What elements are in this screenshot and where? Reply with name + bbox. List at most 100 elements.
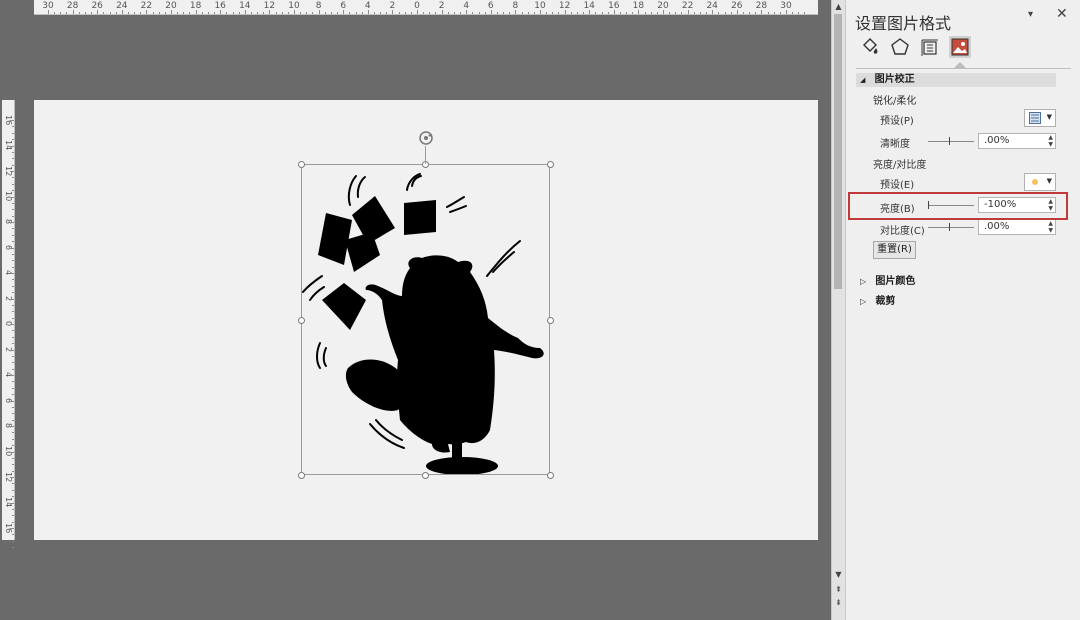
ruler-tick bbox=[12, 489, 14, 491]
section-label: 图片校正 bbox=[874, 74, 915, 85]
brightness-highlight-box bbox=[848, 192, 1068, 220]
ruler-tick bbox=[798, 12, 800, 14]
picture-icon[interactable] bbox=[949, 36, 971, 58]
resize-handle-top-right[interactable] bbox=[547, 161, 554, 168]
ruler-tick bbox=[226, 12, 228, 14]
ruler-tick bbox=[12, 279, 14, 281]
preset-label: 预设(P) bbox=[880, 116, 914, 127]
section-picture-color[interactable]: ▷ 图片颜色 bbox=[860, 272, 915, 287]
ruler-tick bbox=[663, 10, 664, 14]
ruler-tick bbox=[361, 12, 363, 14]
resize-handle-right[interactable] bbox=[547, 317, 554, 324]
ruler-tick bbox=[392, 10, 394, 14]
collapse-icon: ◢ bbox=[860, 76, 866, 84]
sharpen-preset-icon bbox=[1029, 112, 1041, 124]
ruler-tick bbox=[12, 202, 14, 204]
ruler-tick bbox=[632, 12, 634, 14]
size-properties-icon[interactable] bbox=[919, 36, 941, 58]
ruler-tick bbox=[238, 12, 240, 14]
section-picture-correction[interactable]: ◢ 图片校正 bbox=[856, 73, 1056, 87]
ruler-tick bbox=[484, 12, 486, 14]
brightness-contrast-label: 亮度/对比度 bbox=[873, 160, 927, 171]
prev-slide-icon[interactable]: ⇞ bbox=[833, 585, 844, 595]
clarity-spinbox[interactable]: .00% ▲ ▼ bbox=[978, 133, 1056, 149]
sharpen-preset-dropdown[interactable]: ▼ bbox=[1024, 109, 1056, 127]
contrast-slider-track[interactable] bbox=[928, 227, 974, 228]
ruler-tick bbox=[12, 381, 14, 383]
ruler-tick bbox=[140, 12, 142, 14]
ruler-tick bbox=[355, 12, 357, 14]
clarity-slider-track[interactable] bbox=[928, 141, 974, 142]
resize-handle-left[interactable] bbox=[298, 317, 305, 324]
ruler-tick bbox=[78, 12, 80, 14]
ruler-tick bbox=[10, 273, 14, 274]
ruler-tick bbox=[638, 10, 640, 14]
pentagon-icon[interactable] bbox=[889, 36, 911, 58]
ruler-tick bbox=[12, 464, 14, 466]
resize-handle-top-left[interactable] bbox=[298, 161, 305, 168]
scroll-down-icon[interactable]: ▼ bbox=[833, 570, 844, 580]
ruler-tick bbox=[263, 12, 265, 14]
ruler-tick bbox=[250, 12, 252, 14]
ruler-tick bbox=[441, 10, 443, 14]
ruler-tick bbox=[749, 12, 751, 14]
ruler-tick bbox=[12, 387, 14, 389]
ruler-tick bbox=[12, 253, 14, 255]
ruler-tick bbox=[146, 10, 148, 14]
ruler-tick bbox=[435, 12, 437, 14]
close-icon[interactable]: ✕ bbox=[1056, 6, 1068, 22]
ruler-tick bbox=[730, 12, 732, 14]
ruler-tick bbox=[12, 508, 14, 510]
ruler-tick bbox=[533, 12, 535, 14]
ruler-tick bbox=[761, 10, 763, 14]
ruler-tick bbox=[54, 12, 56, 14]
ruler-tick bbox=[619, 12, 621, 14]
ruler-tick bbox=[373, 12, 375, 14]
ruler-tick bbox=[583, 12, 585, 14]
reset-button[interactable]: 重置(R) bbox=[873, 241, 916, 259]
ruler-tick bbox=[742, 12, 744, 14]
rotate-handle-icon[interactable] bbox=[418, 130, 434, 146]
ruler-tick bbox=[12, 285, 14, 287]
resize-handle-bottom-left[interactable] bbox=[298, 472, 305, 479]
ruler-tick bbox=[546, 12, 548, 14]
ruler-tick bbox=[453, 12, 455, 14]
ruler-tick bbox=[589, 10, 591, 14]
ruler-tick bbox=[294, 10, 295, 14]
ruler-tick bbox=[66, 12, 68, 14]
brightness-preset-dropdown[interactable]: ▼ bbox=[1024, 173, 1056, 191]
ruler-tick bbox=[595, 12, 597, 14]
resize-handle-bottom-right[interactable] bbox=[547, 472, 554, 479]
contrast-slider-thumb[interactable] bbox=[949, 223, 950, 231]
ruler-tick bbox=[527, 12, 529, 14]
spinner-icon[interactable]: ▲ ▼ bbox=[1048, 134, 1053, 148]
ruler-tick bbox=[183, 12, 185, 14]
ruler-tick bbox=[10, 400, 14, 402]
ruler-tick bbox=[779, 12, 781, 14]
spinner-icon[interactable]: ▲ ▼ bbox=[1048, 220, 1053, 234]
next-slide-icon[interactable]: ⇟ bbox=[833, 598, 844, 608]
clarity-slider-thumb[interactable] bbox=[949, 137, 950, 145]
picture-selection-frame[interactable] bbox=[301, 164, 550, 475]
contrast-spinbox[interactable]: .00% ▲ ▼ bbox=[978, 219, 1056, 235]
section-crop[interactable]: ▷ 裁剪 bbox=[860, 292, 895, 307]
vertical-scrollbar[interactable]: ▲ ▼ ⇞ ⇟ bbox=[831, 0, 845, 620]
scroll-thumb[interactable] bbox=[834, 14, 842, 289]
contrast-value: .00% bbox=[984, 221, 1010, 232]
ruler-tick bbox=[552, 12, 554, 14]
ruler-tick bbox=[158, 12, 160, 14]
ruler-tick bbox=[12, 132, 14, 134]
ruler-tick bbox=[97, 10, 99, 14]
ruler-tick bbox=[447, 12, 449, 14]
ruler-tick bbox=[164, 12, 166, 14]
resize-handle-bottom[interactable] bbox=[422, 472, 429, 479]
scroll-up-icon[interactable]: ▲ bbox=[833, 2, 844, 12]
ruler-tick bbox=[521, 12, 523, 14]
pane-title: 设置图片格式 bbox=[855, 14, 952, 33]
preset2-label: 预设(E) bbox=[880, 180, 915, 191]
ruler-tick bbox=[10, 120, 14, 121]
ruler-tick bbox=[10, 298, 14, 300]
pane-options-icon[interactable]: ▾ bbox=[1028, 9, 1033, 20]
ruler-tick bbox=[601, 12, 603, 14]
paint-bucket-icon[interactable] bbox=[858, 36, 880, 58]
